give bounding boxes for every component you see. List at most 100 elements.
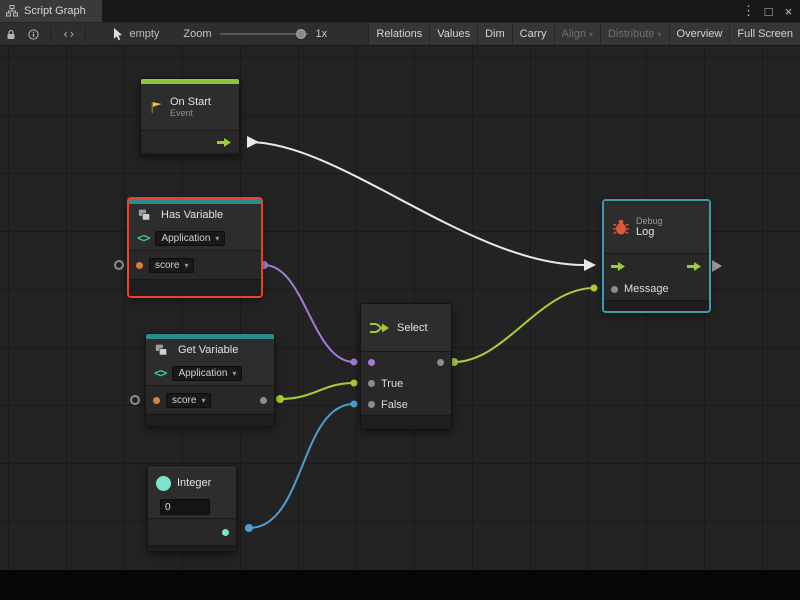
flow-arrowhead (584, 259, 596, 271)
value-field-row (148, 496, 236, 518)
value-output-port[interactable] (260, 397, 267, 404)
variable-name-dropdown[interactable]: score ▾ (149, 258, 194, 273)
tab-title: Script Graph (24, 5, 86, 17)
toolbar-divider (85, 27, 86, 41)
flow-arrowhead (247, 136, 259, 148)
name-input-port[interactable] (153, 397, 160, 404)
name-input-port[interactable] (136, 262, 143, 269)
wire-endpoint (276, 395, 284, 403)
info-icon[interactable] (22, 23, 45, 45)
wire-endpoint (591, 285, 598, 292)
false-port-row: False (361, 394, 451, 415)
node-on-start[interactable]: On Start Event (140, 78, 240, 156)
node-has-variable[interactable]: Has Variable <> Application ▾ score ▾ (128, 198, 262, 297)
unconnected-port-ring[interactable] (115, 261, 123, 269)
align-button[interactable]: Align ▾ (554, 23, 600, 45)
lock-icon[interactable] (0, 23, 22, 45)
node-footer (146, 414, 274, 426)
chevron-down-icon: ▾ (658, 30, 662, 39)
titlebar: Script Graph ⋮ □ × (0, 0, 800, 22)
scope-icon: <> (154, 366, 166, 380)
window-menu-icon[interactable]: ⋮ (740, 0, 757, 22)
scope-dropdown[interactable]: Application ▾ (155, 231, 225, 246)
cursor-icon (113, 28, 124, 41)
false-label: False (381, 399, 408, 411)
flow-port-row (604, 253, 709, 278)
node-get-variable[interactable]: Get Variable <> Application ▾ score ▾ (145, 333, 275, 427)
carry-button[interactable]: Carry (512, 23, 554, 45)
chevron-down-icon: ▾ (232, 369, 236, 378)
wire-getvariable-to-select-true[interactable] (280, 383, 354, 399)
wire-onstart-to-log[interactable] (249, 142, 584, 265)
full-screen-button[interactable]: Full Screen (729, 23, 800, 45)
node-title: Select (397, 322, 428, 334)
selection-status-label: empty (129, 28, 159, 40)
node-title: Get Variable (178, 344, 238, 356)
condition-input-port[interactable] (368, 359, 375, 366)
wire-select-to-log-message[interactable] (454, 288, 594, 362)
variables-icon (137, 208, 155, 223)
node-select[interactable]: Select True False (360, 303, 452, 430)
node-header: Debug Log (604, 201, 709, 253)
wire-endpoint (351, 401, 358, 408)
zoom-label: Zoom (183, 28, 211, 40)
node-title: On Start (170, 96, 211, 108)
node-footer (141, 153, 239, 155)
node-footer (604, 300, 709, 311)
distribute-button[interactable]: Distribute ▾ (600, 23, 668, 45)
zoom-slider[interactable] (220, 33, 308, 35)
node-title: Has Variable (161, 209, 223, 221)
node-footer (148, 545, 236, 551)
node-header: Integer (148, 466, 236, 496)
select-icon (369, 321, 391, 335)
flow-input-port[interactable] (611, 261, 626, 272)
variable-port-row: score ▾ (146, 385, 274, 414)
zoom-control: Zoom 1x (183, 28, 327, 40)
value-output-port[interactable] (222, 529, 229, 536)
result-output-port[interactable] (437, 359, 444, 366)
overview-button[interactable]: Overview (669, 23, 730, 45)
zoom-slider-handle[interactable] (296, 29, 306, 39)
node-header: Get Variable (146, 339, 274, 361)
maximize-icon[interactable]: □ (760, 0, 777, 22)
selection-status: empty (113, 28, 159, 41)
unconnected-port-ring[interactable] (131, 396, 139, 404)
false-input-port[interactable] (368, 401, 375, 408)
integer-value-input[interactable] (160, 499, 210, 515)
true-port-row: True (361, 373, 451, 394)
output-port-row (148, 518, 236, 545)
flow-port-row (141, 130, 239, 153)
node-header: On Start Event (141, 84, 239, 130)
true-input-port[interactable] (368, 380, 375, 387)
code-view-icon[interactable]: ‹› (56, 23, 80, 45)
message-label: Message (624, 283, 669, 295)
node-footer (361, 415, 451, 429)
log-exit-arrowhead[interactable] (712, 260, 722, 272)
wire-hasvariable-to-select[interactable] (264, 265, 354, 362)
message-input-port[interactable] (611, 286, 618, 293)
flow-output-port[interactable] (217, 137, 232, 148)
zoom-value: 1x (316, 28, 328, 40)
bug-icon (612, 219, 630, 235)
flag-icon (149, 100, 164, 115)
tab-script-graph[interactable]: Script Graph (0, 0, 102, 22)
flow-output-port[interactable] (687, 261, 702, 272)
scope-dropdown[interactable]: Application ▾ (172, 366, 242, 381)
titlebar-spacer (102, 0, 740, 22)
dim-button[interactable]: Dim (477, 23, 512, 45)
node-header: Has Variable (129, 204, 261, 226)
node-subtitle: Event (170, 108, 211, 118)
node-integer[interactable]: Integer (147, 465, 237, 552)
script-graph-window: Script Graph ⋮ □ × ‹› (0, 0, 800, 600)
close-icon[interactable]: × (780, 0, 797, 22)
wire-endpoint (351, 380, 358, 387)
node-debug-log[interactable]: Debug Log Message (603, 200, 710, 312)
variable-port-row: score ▾ (129, 250, 261, 279)
values-button[interactable]: Values (429, 23, 477, 45)
relations-button[interactable]: Relations (368, 23, 429, 45)
scope-row: <> Application ▾ (146, 361, 274, 385)
message-port-row: Message (604, 278, 709, 300)
graph-toolbar: ‹› empty Zoom 1x Relations Values Dim Ca… (0, 22, 800, 46)
graph-canvas[interactable]: On Start Event Has Variable (0, 46, 800, 570)
variable-name-dropdown[interactable]: score ▾ (166, 393, 211, 408)
